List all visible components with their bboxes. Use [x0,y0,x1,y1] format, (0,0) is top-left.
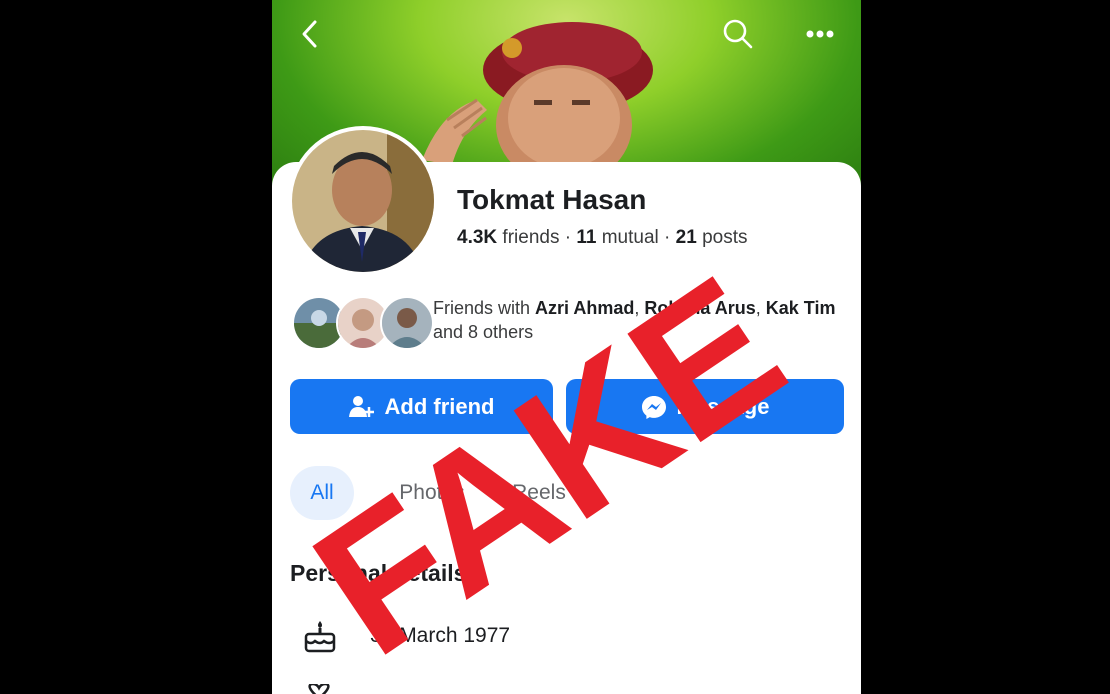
more-horizontal-icon [806,30,834,38]
mutual-friend-name[interactable]: Rohana Arus [644,298,755,318]
search-icon [723,19,753,49]
friends-label: friends [502,227,560,248]
mutual-friend-avatars [292,294,434,350]
mutual-friend-avatar [380,296,434,350]
back-button[interactable] [290,14,330,54]
stats-separator: · [564,227,572,248]
chevron-left-icon [302,20,317,48]
more-options-button[interactable] [800,14,840,54]
mutual-label: mutual [601,227,659,248]
posts-label: posts [702,227,748,248]
mutual-friend-name[interactable]: Azri Ahmad [535,298,634,318]
heart-icon [308,684,330,694]
profile-screen: Tokmat Hasan 4.3K friends · 11 mutual · … [272,0,861,694]
add-friend-icon [348,395,374,417]
profile-name: Tokmat Hasan [457,184,647,215]
tab-photos[interactable]: Photos [382,466,482,520]
birthday-row [302,615,338,657]
search-button[interactable] [718,14,758,54]
mutual-friends-row[interactable]: Friends with Azri Ahmad, Rohana Arus, Ka… [292,294,842,350]
mutual-suffix: and 8 others [433,322,534,342]
posts-count: 21 [675,227,697,248]
mutual-friend-name[interactable]: Kak Tim [766,298,836,318]
profile-stats: 4.3K friends · 11 mutual · 21 posts [457,227,747,249]
mutual-friends-text: Friends with Azri Ahmad, Rohana Arus, Ka… [433,298,836,342]
message-label: Message [676,393,770,419]
add-friend-label: Add friend [384,393,495,419]
stats-separator: · [664,227,671,248]
message-button[interactable]: Message [566,379,844,434]
cake-icon [304,621,336,653]
profile-picture [292,130,434,272]
add-friend-button[interactable]: Add friend [290,379,553,434]
messenger-icon [641,395,666,419]
profile-avatar[interactable] [292,130,434,272]
mutual-prefix: Friends with [433,298,531,318]
tab-reels[interactable]: Reels [504,466,574,520]
mutual-count: 11 [576,227,597,248]
personal-details-title: Personal details [290,560,467,586]
birthday-value: 30 March 1977 [370,624,511,647]
friends-count: 4.3K [457,227,498,248]
tab-all[interactable]: All [290,466,354,520]
